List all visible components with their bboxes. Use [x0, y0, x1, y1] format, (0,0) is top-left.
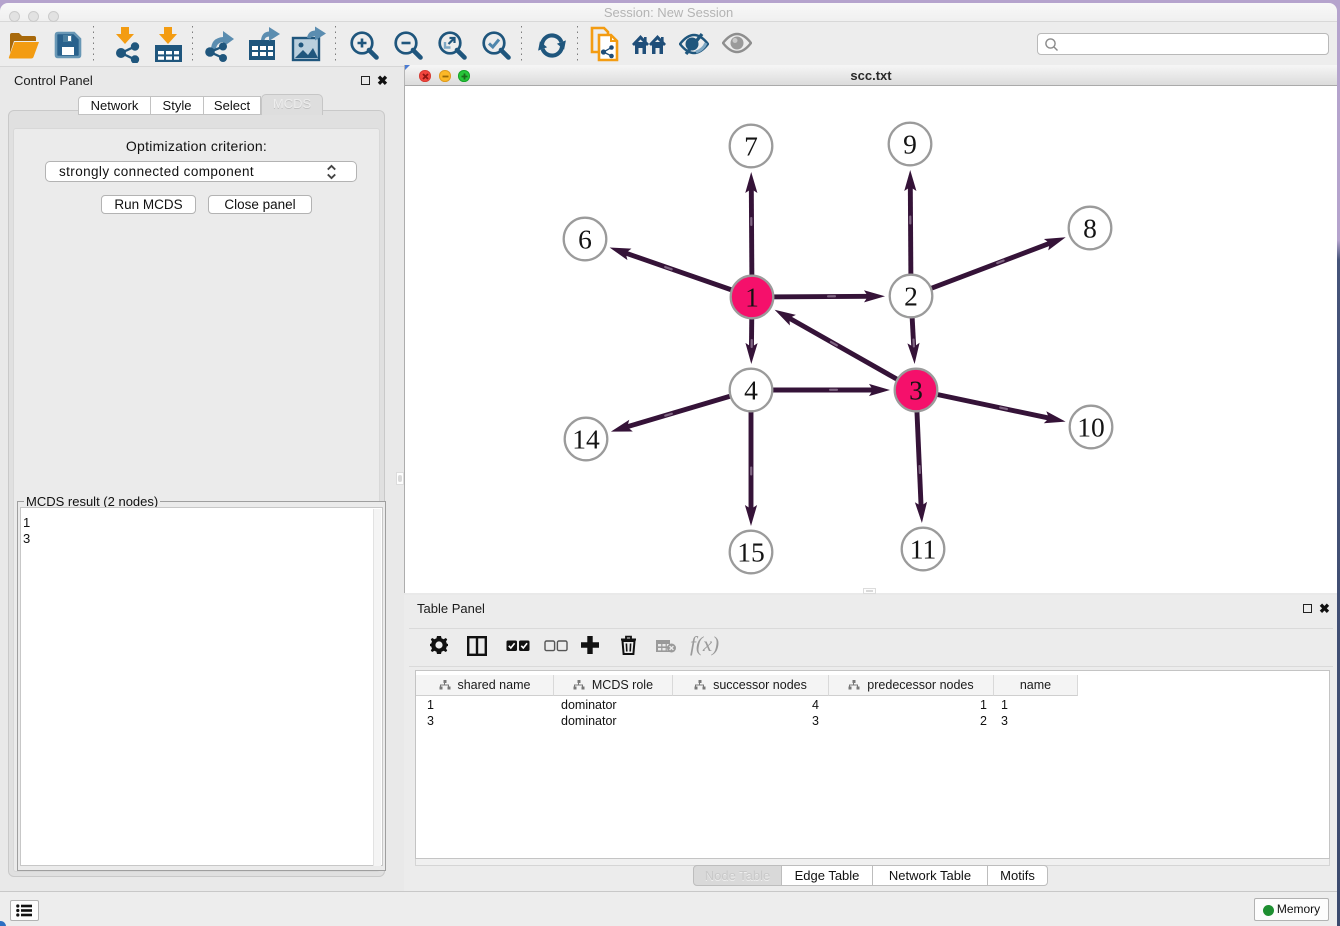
svg-text:3: 3 — [909, 375, 923, 406]
svg-text:2: 2 — [904, 281, 918, 312]
svg-text:1: 1 — [745, 282, 759, 313]
svg-text:8: 8 — [1083, 213, 1097, 244]
svg-text:7: 7 — [744, 131, 758, 162]
svg-text:15: 15 — [737, 537, 765, 568]
svg-text:6: 6 — [578, 224, 592, 255]
svg-text:4: 4 — [744, 375, 758, 406]
svg-text:11: 11 — [910, 534, 936, 565]
svg-text:10: 10 — [1077, 412, 1105, 443]
svg-text:9: 9 — [903, 129, 917, 160]
svg-text:14: 14 — [572, 424, 600, 455]
